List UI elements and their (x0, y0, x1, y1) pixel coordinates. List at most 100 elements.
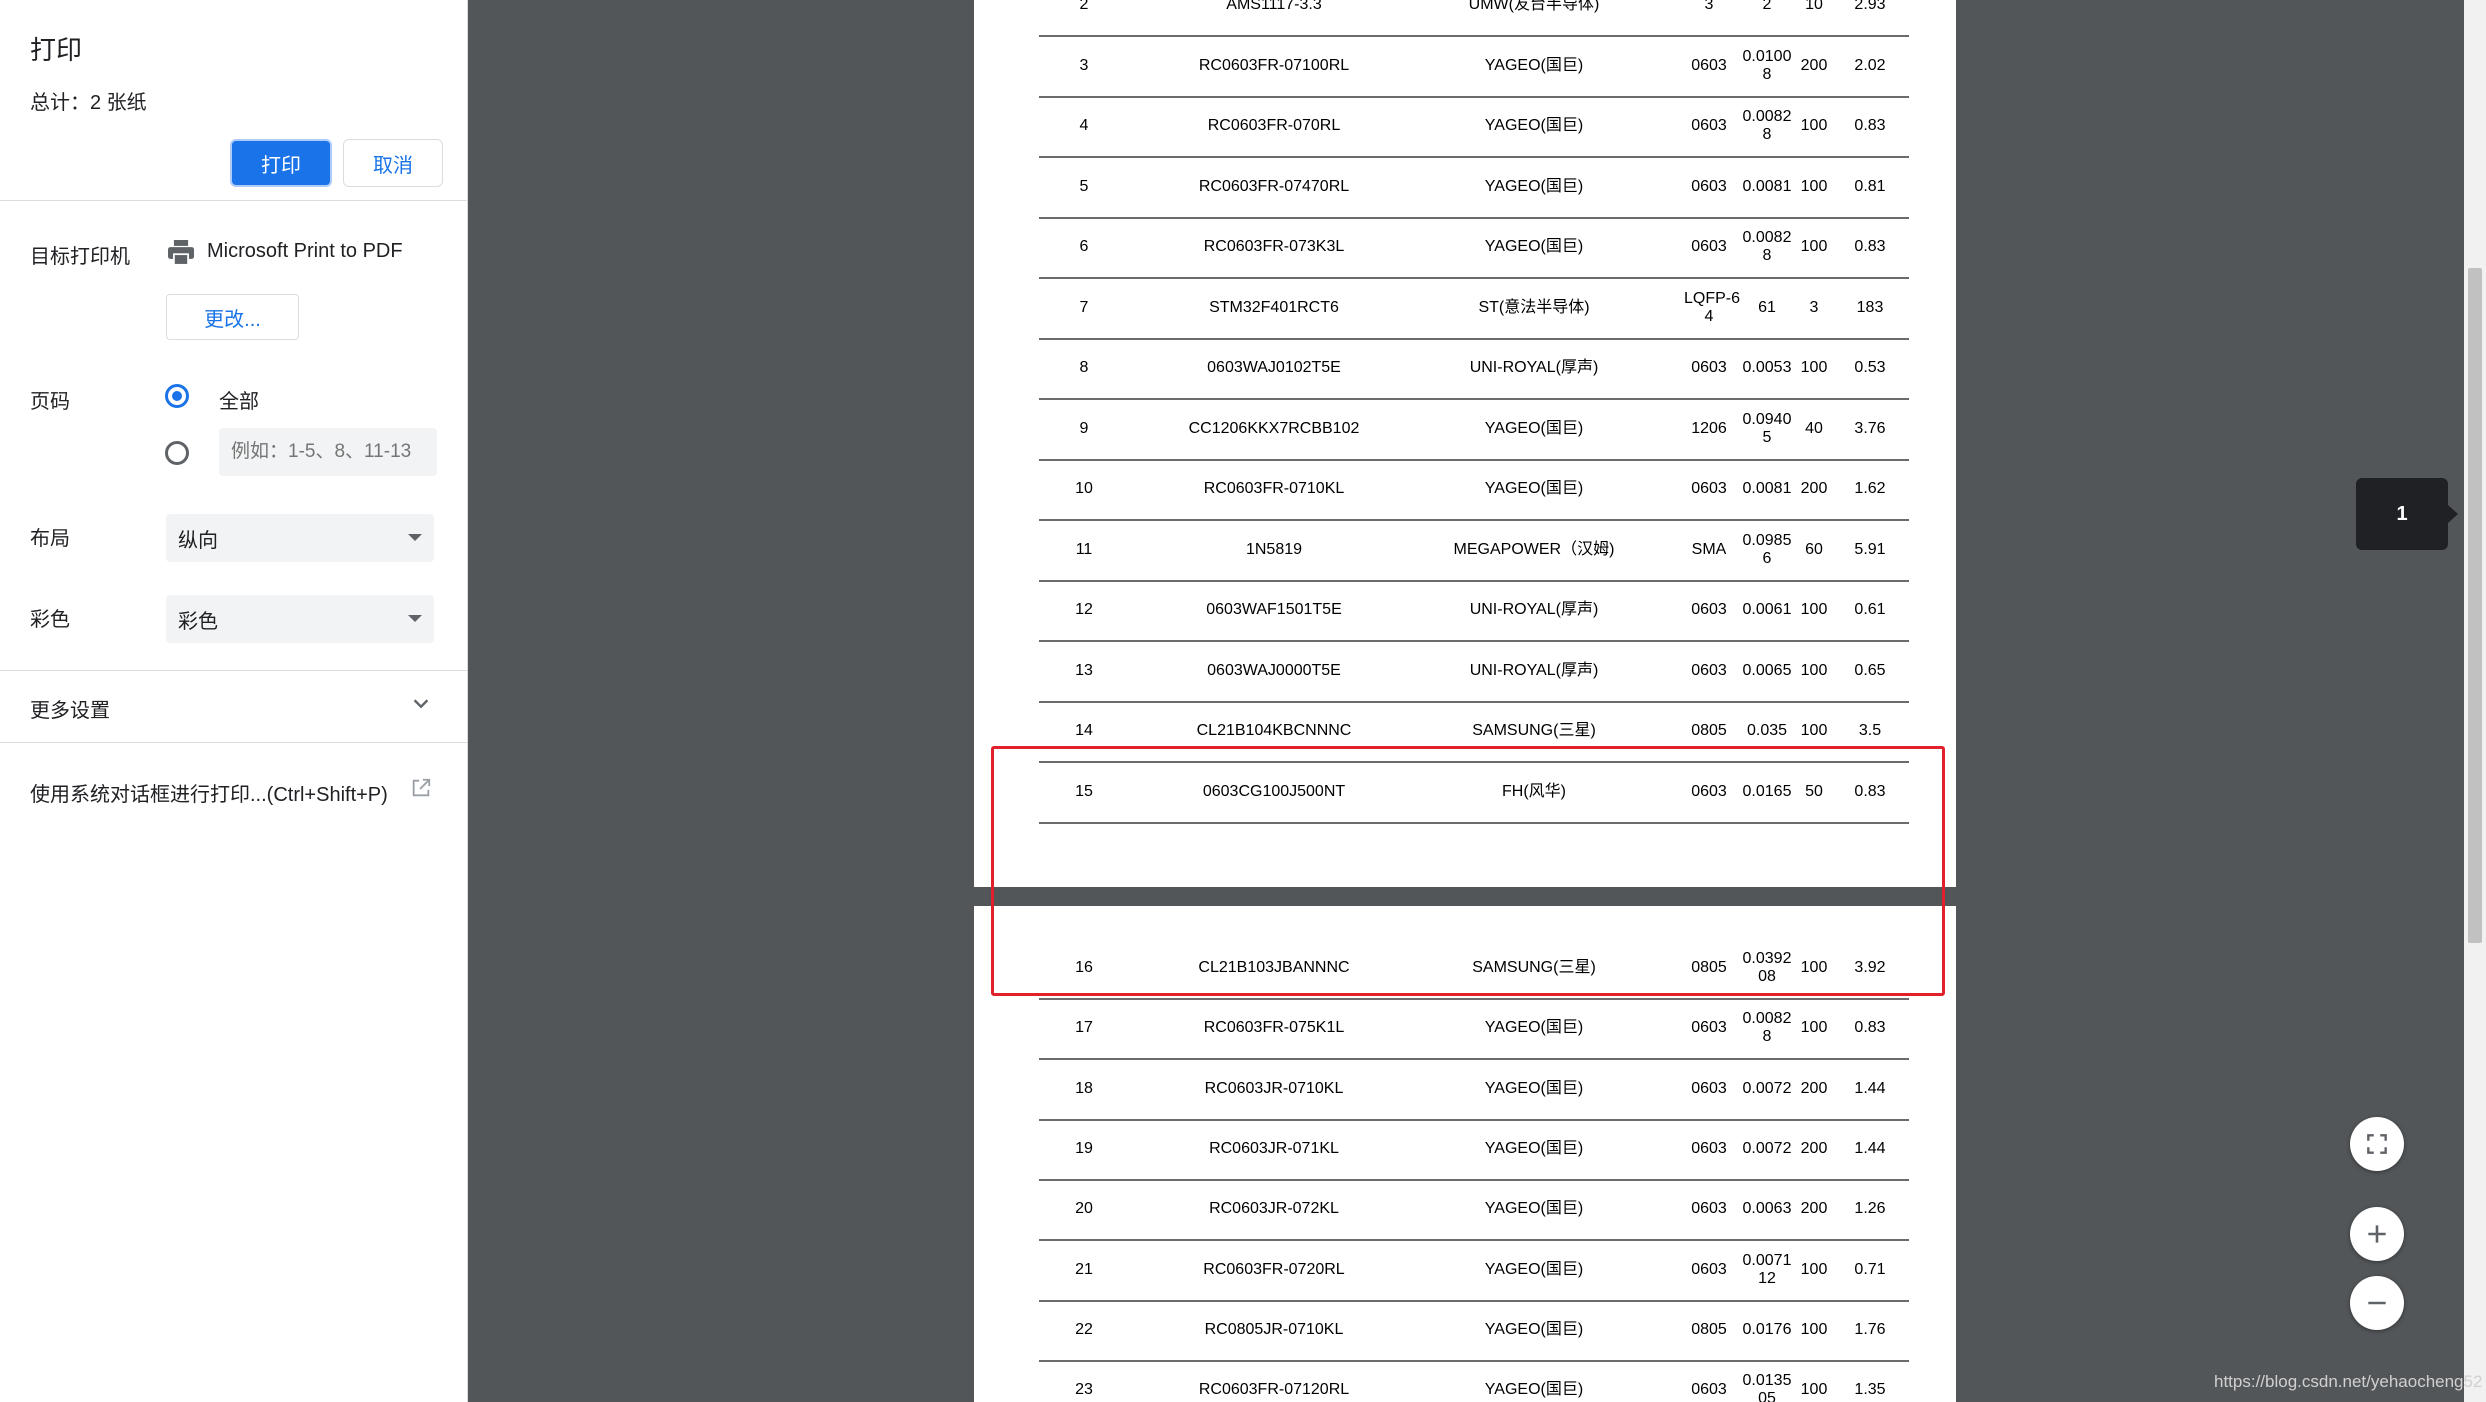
table-cell-qty: 100 (1800, 1320, 1828, 1338)
table-cell-no: 13 (1075, 661, 1093, 679)
table-cell-maker: UNI-ROYAL(厚声) (1469, 661, 1599, 679)
table-cell-qty: 200 (1800, 480, 1828, 497)
table-cell-pkg: 0603 (1691, 601, 1727, 618)
table-cell-qty: 200 (1800, 1079, 1828, 1097)
dropdown-caret-icon (408, 534, 422, 541)
table-cell-total: 5.91 (1854, 540, 1886, 558)
table-cell-price: 2 (1762, 0, 1772, 13)
table-cell-total: 0.71 (1854, 1260, 1886, 1278)
divider (0, 742, 468, 743)
layout-value: 纵向 (178, 529, 218, 552)
table-cell-no: 3 (1079, 56, 1089, 74)
sheet-total: 总计：2 张纸 (30, 92, 147, 114)
table-cell-total: 0.83 (1854, 238, 1886, 255)
table-cell-price: 0.0071 12 (1742, 1251, 1792, 1287)
table-cell-total: 0.65 (1854, 661, 1886, 679)
change-destination-button[interactable]: 更改... (166, 294, 299, 340)
table-cell-qty: 100 (1800, 359, 1828, 376)
table-row-divider (1039, 35, 1909, 38)
color-select[interactable]: 彩色 (166, 595, 434, 643)
table-cell-no: 19 (1075, 1139, 1093, 1157)
table-cell-price: 0.0082 8 (1742, 108, 1792, 143)
scrollbar-thumb[interactable] (2468, 268, 2482, 943)
table-cell-price: 0.0985 6 (1742, 531, 1792, 567)
table-cell-price: 0.0081 (1742, 480, 1792, 497)
table-row-divider (1039, 640, 1909, 643)
table-cell-no: 9 (1079, 419, 1089, 437)
table-cell-total: 1.76 (1854, 1320, 1886, 1338)
layout-select[interactable]: 纵向 (166, 514, 434, 562)
table-cell-pkg: 0603 (1691, 1139, 1727, 1157)
table-cell-no: 10 (1075, 480, 1093, 497)
table-cell-total: 2.02 (1854, 56, 1886, 74)
table-cell-price: 0.0940 5 (1742, 410, 1792, 446)
divider (0, 670, 468, 671)
table-row-divider (1039, 216, 1909, 219)
table-cell-pkg: 0603 (1691, 1381, 1727, 1399)
color-label: 彩色 (30, 609, 70, 631)
table-row-divider (1039, 1239, 1909, 1242)
table-row-divider (1039, 700, 1909, 703)
table-cell-total: 1.35 (1854, 1381, 1886, 1399)
table-cell-pkg: 0603 (1691, 480, 1727, 497)
table-cell-total: 3.76 (1854, 419, 1886, 437)
table-cell-qty: 100 (1800, 238, 1828, 255)
table-row-divider (1039, 156, 1909, 159)
table-row-divider (1039, 1299, 1909, 1302)
printer-icon (168, 240, 194, 266)
table-cell-maker: YAGEO(国巨) (1484, 1200, 1584, 1218)
table-cell-pkg: 0603 (1691, 359, 1727, 376)
chevron-down-icon[interactable] (410, 692, 432, 714)
page-range-input[interactable] (219, 428, 437, 476)
pages-label: 页码 (30, 391, 70, 413)
fit-to-page-button[interactable] (2350, 1117, 2404, 1171)
more-settings-toggle[interactable]: 更多设置 (30, 694, 110, 723)
table-cell-maker: SAMSUNG(三星) (1472, 722, 1596, 739)
table-cell-total: 1.62 (1854, 480, 1886, 497)
pages-custom-radio[interactable] (165, 441, 189, 465)
pages-all-label: 全部 (219, 391, 259, 413)
preview-scrollbar[interactable] (2464, 0, 2486, 1402)
open-in-new-icon[interactable] (410, 777, 432, 799)
table-cell-no: 2 (1079, 0, 1089, 13)
table-cell-qty: 60 (1805, 540, 1823, 558)
table-cell-qty: 100 (1800, 601, 1828, 618)
table-cell-qty: 100 (1800, 722, 1828, 739)
table-cell-pkg: 0603 (1691, 177, 1727, 195)
table-cell-pkg: 0603 (1691, 56, 1727, 74)
table-cell-price: 0.0063 (1742, 1200, 1792, 1218)
table-cell-maker: YAGEO(国巨) (1484, 480, 1584, 497)
table-cell-total: 0.61 (1854, 601, 1886, 618)
table-cell-maker: YAGEO(国巨) (1484, 1079, 1584, 1097)
table-cell-qty: 100 (1800, 1381, 1828, 1399)
system-dialog-link[interactable]: 使用系统对话框进行打印...(Ctrl+Shift+P) (30, 778, 388, 807)
table-cell-qty: 40 (1805, 419, 1823, 437)
pages-all-radio[interactable] (165, 384, 189, 408)
table-cell-total: 0.83 (1854, 1019, 1886, 1037)
color-value: 彩色 (178, 610, 218, 633)
table-cell-pkg: LQFP-6 4 (1684, 289, 1741, 325)
zoom-in-icon (2368, 1225, 2386, 1243)
print-button[interactable]: 打印 (230, 139, 332, 187)
panel-title: 打印 (30, 35, 83, 65)
table-cell-pkg: 3 (1704, 0, 1714, 13)
cancel-button[interactable]: 取消 (343, 139, 443, 187)
table-cell-maker: YAGEO(国巨) (1484, 238, 1584, 255)
print-settings-panel: 打印 总计：2 张纸 打印 取消 目标打印机 Microsoft Print t… (0, 0, 468, 1402)
zoom-in-button[interactable] (2350, 1207, 2404, 1261)
table-cell-pkg: 0603 (1691, 661, 1727, 679)
table-cell-price: 61 (1758, 298, 1776, 316)
table-cell-maker: YAGEO(国巨) (1484, 117, 1584, 134)
table-cell-no: 5 (1079, 177, 1089, 195)
divider (0, 200, 468, 201)
table-cell-total: 3.5 (1858, 722, 1882, 739)
page-break-highlight (991, 746, 1945, 996)
table-cell-no: 14 (1075, 722, 1093, 739)
table-row-divider (1039, 1359, 1909, 1362)
table-cell-no: 20 (1075, 1200, 1093, 1218)
zoom-out-button[interactable] (2350, 1276, 2404, 1330)
fit-to-page-icon (2367, 1134, 2387, 1154)
table-cell-total: 1.44 (1854, 1139, 1886, 1157)
table-cell-total: 0.53 (1854, 359, 1886, 376)
table-cell-maker: YAGEO(国巨) (1484, 419, 1584, 437)
